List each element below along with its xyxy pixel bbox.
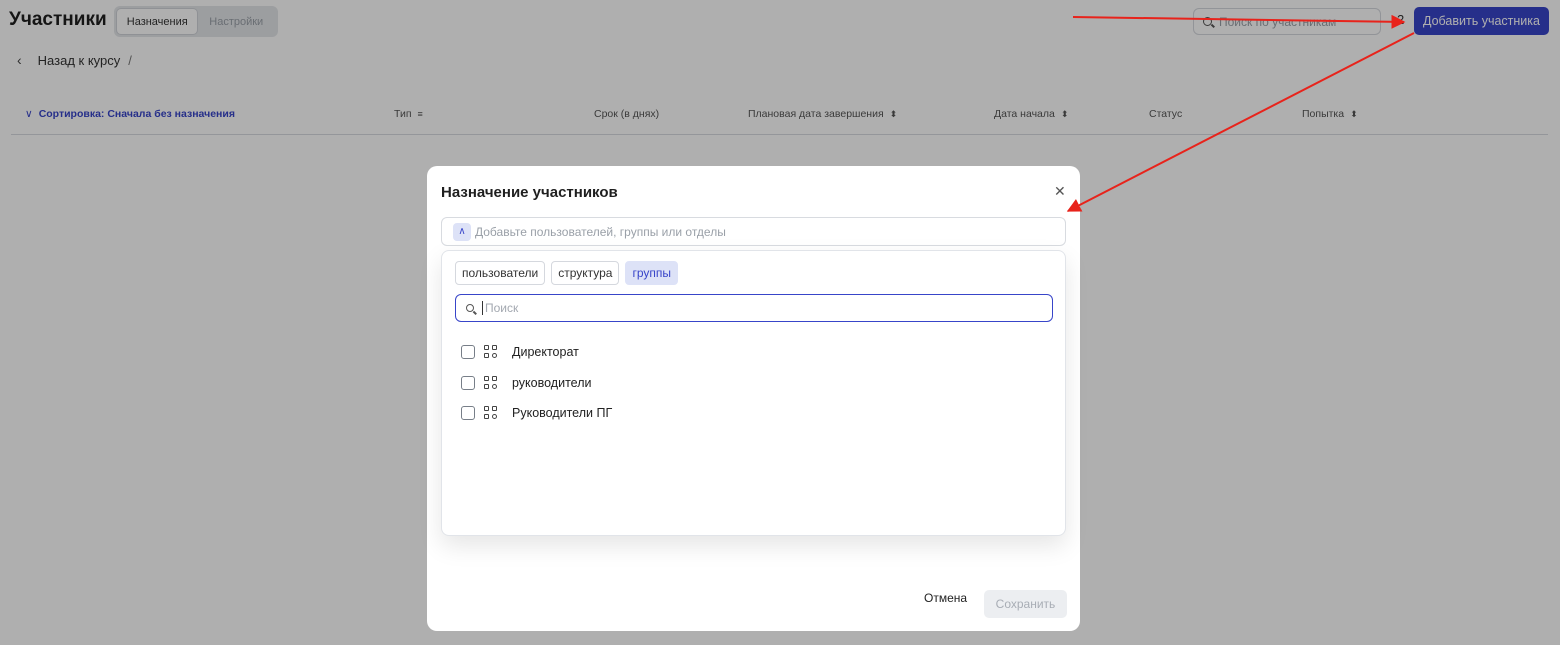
chevron-up-icon[interactable]: ∧ bbox=[453, 222, 471, 241]
assign-participants-dialog: Назначение участников ✕ ∧ Добавьте польз… bbox=[427, 166, 1080, 631]
list-item[interactable]: руководители bbox=[461, 368, 612, 399]
dialog-title: Назначение участников bbox=[441, 184, 618, 201]
group-icon bbox=[484, 406, 498, 420]
picker-placeholder: Добавьте пользователей, группы или отдел… bbox=[475, 224, 726, 239]
list-item[interactable]: Руководители ПГ bbox=[461, 398, 612, 429]
group-search-input[interactable]: Поиск bbox=[455, 294, 1053, 322]
tab-users[interactable]: пользователи bbox=[455, 261, 546, 285]
picker-dropdown: пользователи структура группы Поиск Дире… bbox=[441, 250, 1066, 536]
list-item[interactable]: Директорат bbox=[461, 337, 612, 368]
group-icon bbox=[484, 345, 498, 359]
checkbox[interactable] bbox=[461, 375, 475, 390]
group-icon bbox=[484, 375, 498, 390]
group-name: Директорат bbox=[512, 345, 579, 360]
group-search-placeholder: Поиск bbox=[485, 301, 519, 315]
group-name: Руководители ПГ bbox=[512, 406, 613, 421]
participant-picker-field[interactable]: ∧ Добавьте пользователей, группы или отд… bbox=[441, 217, 1066, 246]
text-cursor bbox=[482, 301, 483, 315]
tab-structure[interactable]: структура bbox=[551, 261, 620, 285]
search-icon bbox=[466, 304, 474, 312]
save-button[interactable]: Сохранить bbox=[984, 590, 1067, 618]
checkbox[interactable] bbox=[461, 345, 475, 360]
close-icon[interactable]: ✕ bbox=[1054, 183, 1066, 200]
checkbox[interactable] bbox=[461, 406, 475, 421]
cancel-button[interactable]: Отмена bbox=[924, 591, 967, 605]
tab-groups[interactable]: группы bbox=[625, 261, 679, 285]
group-name: руководители bbox=[512, 375, 592, 390]
filter-tabs: пользователи структура группы bbox=[455, 261, 679, 285]
group-list: Директорат руководители Руководители ПГ bbox=[461, 337, 612, 429]
